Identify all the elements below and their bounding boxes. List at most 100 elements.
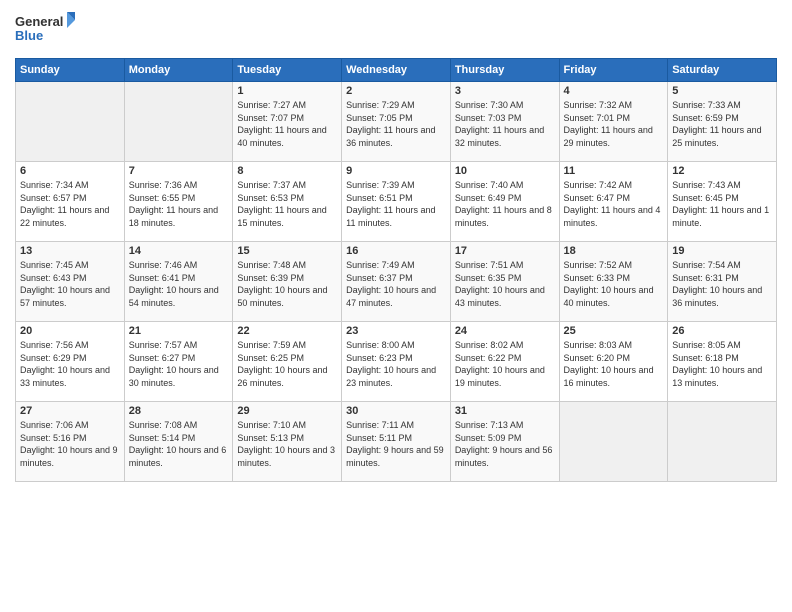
calendar-cell: 24 Sunrise: 8:02 AM Sunset: 6:22 PM Dayli… bbox=[450, 322, 559, 402]
day-info: Sunrise: 8:02 AM Sunset: 6:22 PM Dayligh… bbox=[455, 339, 555, 389]
day-info: Sunrise: 7:39 AM Sunset: 6:51 PM Dayligh… bbox=[346, 179, 446, 229]
day-number: 24 bbox=[455, 325, 555, 337]
calendar-cell: 12Sunrise: 7:43 AM Sunset: 6:45 PM Dayli… bbox=[668, 162, 777, 242]
col-header-friday: Friday bbox=[559, 59, 668, 82]
calendar-cell: 19 Sunrise: 7:54 AM Sunset: 6:31 PM Dayli… bbox=[668, 242, 777, 322]
day-number: 20 bbox=[20, 325, 120, 337]
calendar-cell: 29 Sunrise: 7:10 AM Sunset: 5:13 PM Dayli… bbox=[233, 402, 342, 482]
calendar-cell: 28 Sunrise: 7:08 AM Sunset: 5:14 PM Dayli… bbox=[124, 402, 233, 482]
day-info: Sunrise: 7:37 AM Sunset: 6:53 PM Dayligh… bbox=[237, 179, 337, 229]
calendar-cell: 3Sunrise: 7:30 AM Sunset: 7:03 PM Daylig… bbox=[450, 82, 559, 162]
day-number: 29 bbox=[237, 405, 337, 417]
col-header-thursday: Thursday bbox=[450, 59, 559, 82]
week-row-3: 20 Sunrise: 7:56 AM Sunset: 6:29 PM Dayli… bbox=[16, 322, 777, 402]
day-info: Sunrise: 7:59 AM Sunset: 6:25 PM Dayligh… bbox=[237, 339, 337, 389]
day-info: Sunrise: 7:27 AM Sunset: 7:07 PM Dayligh… bbox=[237, 99, 337, 149]
calendar-cell: 10 Sunrise: 7:40 AM Sunset: 6:49 PM Dayli… bbox=[450, 162, 559, 242]
calendar-cell bbox=[124, 82, 233, 162]
day-info: Sunrise: 7:51 AM Sunset: 6:35 PM Dayligh… bbox=[455, 259, 555, 309]
day-number: 16 bbox=[346, 245, 446, 257]
col-header-saturday: Saturday bbox=[668, 59, 777, 82]
day-info: Sunrise: 7:11 AM Sunset: 5:11 PM Dayligh… bbox=[346, 419, 446, 469]
day-number: 13 bbox=[20, 245, 120, 257]
day-info: Sunrise: 7:49 AM Sunset: 6:37 PM Dayligh… bbox=[346, 259, 446, 309]
day-number: 18 bbox=[564, 245, 664, 257]
day-number: 3 bbox=[455, 85, 555, 97]
calendar-cell: 23Sunrise: 8:00 AM Sunset: 6:23 PM Dayli… bbox=[342, 322, 451, 402]
day-info: Sunrise: 7:08 AM Sunset: 5:14 PM Dayligh… bbox=[129, 419, 229, 469]
day-number: 30 bbox=[346, 405, 446, 417]
calendar-cell bbox=[668, 402, 777, 482]
day-number: 11 bbox=[564, 165, 664, 177]
day-info: Sunrise: 8:00 AM Sunset: 6:23 PM Dayligh… bbox=[346, 339, 446, 389]
calendar-cell: 16 Sunrise: 7:49 AM Sunset: 6:37 PM Dayli… bbox=[342, 242, 451, 322]
day-info: Sunrise: 7:57 AM Sunset: 6:27 PM Dayligh… bbox=[129, 339, 229, 389]
day-info: Sunrise: 7:36 AM Sunset: 6:55 PM Dayligh… bbox=[129, 179, 229, 229]
day-number: 8 bbox=[237, 165, 337, 177]
day-number: 14 bbox=[129, 245, 229, 257]
day-number: 4 bbox=[564, 85, 664, 97]
calendar-cell: 11 Sunrise: 7:42 AM Sunset: 6:47 PM Dayli… bbox=[559, 162, 668, 242]
day-number: 19 bbox=[672, 245, 772, 257]
day-info: Sunrise: 7:42 AM Sunset: 6:47 PM Dayligh… bbox=[564, 179, 664, 229]
logo-svg: General Blue bbox=[15, 10, 75, 50]
day-number: 21 bbox=[129, 325, 229, 337]
day-number: 15 bbox=[237, 245, 337, 257]
day-number: 5 bbox=[672, 85, 772, 97]
calendar-cell bbox=[16, 82, 125, 162]
day-info: Sunrise: 7:10 AM Sunset: 5:13 PM Dayligh… bbox=[237, 419, 337, 469]
day-info: Sunrise: 7:56 AM Sunset: 6:29 PM Dayligh… bbox=[20, 339, 120, 389]
day-info: Sunrise: 7:40 AM Sunset: 6:49 PM Dayligh… bbox=[455, 179, 555, 229]
calendar-cell: 17 Sunrise: 7:51 AM Sunset: 6:35 PM Dayli… bbox=[450, 242, 559, 322]
calendar-cell: 30 Sunrise: 7:11 AM Sunset: 5:11 PM Dayli… bbox=[342, 402, 451, 482]
day-info: Sunrise: 7:52 AM Sunset: 6:33 PM Dayligh… bbox=[564, 259, 664, 309]
day-info: Sunrise: 7:43 AM Sunset: 6:45 PM Dayligh… bbox=[672, 179, 772, 229]
day-number: 26 bbox=[672, 325, 772, 337]
calendar-cell: 5 Sunrise: 7:33 AM Sunset: 6:59 PM Daylig… bbox=[668, 82, 777, 162]
calendar-cell: 1 Sunrise: 7:27 AM Sunset: 7:07 PM Daylig… bbox=[233, 82, 342, 162]
col-header-sunday: Sunday bbox=[16, 59, 125, 82]
day-info: Sunrise: 7:06 AM Sunset: 5:16 PM Dayligh… bbox=[20, 419, 120, 469]
page: General Blue SundayMondayTuesdayWednesda… bbox=[0, 0, 792, 612]
col-header-monday: Monday bbox=[124, 59, 233, 82]
calendar-cell: 14 Sunrise: 7:46 AM Sunset: 6:41 PM Dayli… bbox=[124, 242, 233, 322]
day-info: Sunrise: 7:54 AM Sunset: 6:31 PM Dayligh… bbox=[672, 259, 772, 309]
week-row-0: 1 Sunrise: 7:27 AM Sunset: 7:07 PM Daylig… bbox=[16, 82, 777, 162]
day-number: 10 bbox=[455, 165, 555, 177]
calendar-cell: 18 Sunrise: 7:52 AM Sunset: 6:33 PM Dayli… bbox=[559, 242, 668, 322]
day-info: Sunrise: 7:46 AM Sunset: 6:41 PM Dayligh… bbox=[129, 259, 229, 309]
day-number: 25 bbox=[564, 325, 664, 337]
header: General Blue bbox=[15, 10, 777, 50]
day-info: Sunrise: 7:33 AM Sunset: 6:59 PM Dayligh… bbox=[672, 99, 772, 149]
calendar-cell: 9 Sunrise: 7:39 AM Sunset: 6:51 PM Daylig… bbox=[342, 162, 451, 242]
day-info: Sunrise: 7:45 AM Sunset: 6:43 PM Dayligh… bbox=[20, 259, 120, 309]
calendar-cell: 15Sunrise: 7:48 AM Sunset: 6:39 PM Dayli… bbox=[233, 242, 342, 322]
week-row-1: 6Sunrise: 7:34 AM Sunset: 6:57 PM Daylig… bbox=[16, 162, 777, 242]
calendar-cell: 20 Sunrise: 7:56 AM Sunset: 6:29 PM Dayli… bbox=[16, 322, 125, 402]
day-number: 27 bbox=[20, 405, 120, 417]
calendar-cell: 2Sunrise: 7:29 AM Sunset: 7:05 PM Daylig… bbox=[342, 82, 451, 162]
day-number: 28 bbox=[129, 405, 229, 417]
day-number: 22 bbox=[237, 325, 337, 337]
calendar-cell: 13 Sunrise: 7:45 AM Sunset: 6:43 PM Dayli… bbox=[16, 242, 125, 322]
calendar-cell: 7 Sunrise: 7:36 AM Sunset: 6:55 PM Daylig… bbox=[124, 162, 233, 242]
calendar-cell: 21 Sunrise: 7:57 AM Sunset: 6:27 PM Dayli… bbox=[124, 322, 233, 402]
header-row: SundayMondayTuesdayWednesdayThursdayFrid… bbox=[16, 59, 777, 82]
day-number: 17 bbox=[455, 245, 555, 257]
day-number: 1 bbox=[237, 85, 337, 97]
calendar-cell: 22 Sunrise: 7:59 AM Sunset: 6:25 PM Dayli… bbox=[233, 322, 342, 402]
svg-text:Blue: Blue bbox=[15, 28, 43, 43]
calendar-cell: 8 Sunrise: 7:37 AM Sunset: 6:53 PM Daylig… bbox=[233, 162, 342, 242]
day-info: Sunrise: 8:03 AM Sunset: 6:20 PM Dayligh… bbox=[564, 339, 664, 389]
calendar-cell: 4Sunrise: 7:32 AM Sunset: 7:01 PM Daylig… bbox=[559, 82, 668, 162]
calendar-table: SundayMondayTuesdayWednesdayThursdayFrid… bbox=[15, 58, 777, 482]
logo: General Blue bbox=[15, 10, 75, 50]
day-number: 31 bbox=[455, 405, 555, 417]
day-info: Sunrise: 7:34 AM Sunset: 6:57 PM Dayligh… bbox=[20, 179, 120, 229]
calendar-cell bbox=[559, 402, 668, 482]
calendar-cell: 31Sunrise: 7:13 AM Sunset: 5:09 PM Dayli… bbox=[450, 402, 559, 482]
day-number: 2 bbox=[346, 85, 446, 97]
svg-text:General: General bbox=[15, 14, 63, 29]
day-number: 7 bbox=[129, 165, 229, 177]
day-number: 9 bbox=[346, 165, 446, 177]
